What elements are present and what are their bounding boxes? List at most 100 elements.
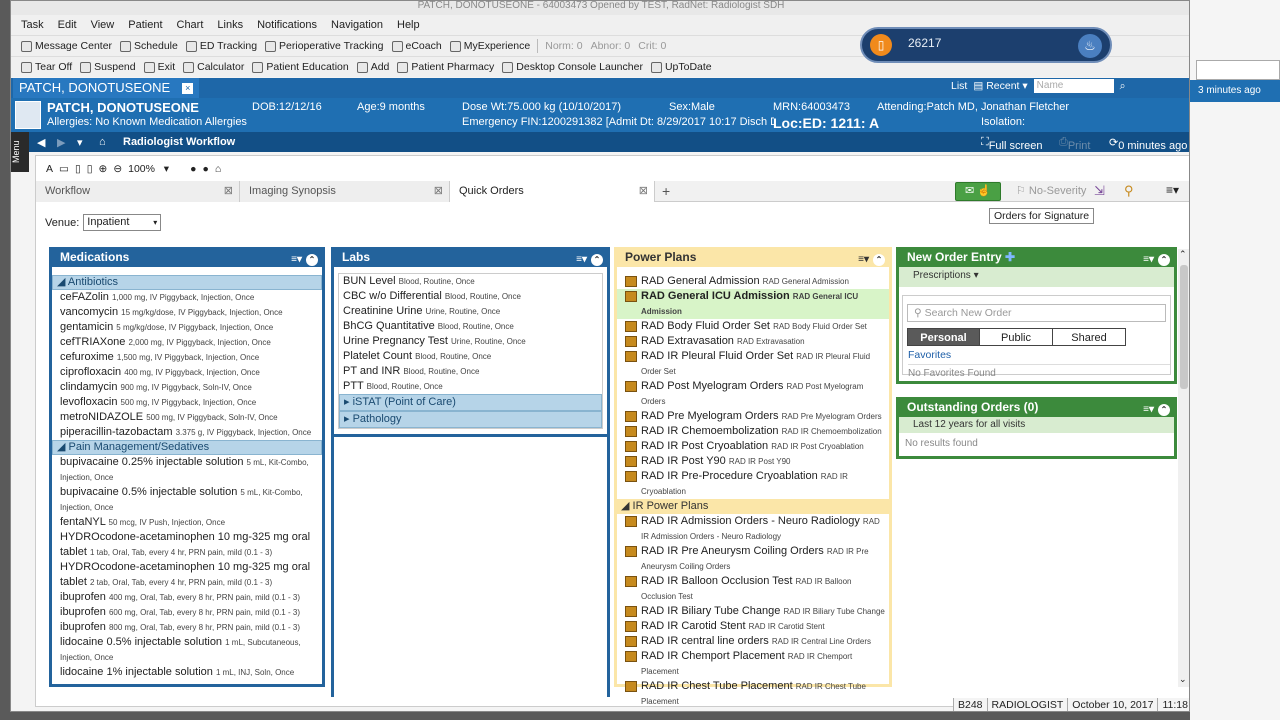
lab-order-item[interactable]: PTT Blood, Routine, Once [339,379,602,394]
print-preview-icon[interactable]: ▯ [87,163,93,175]
power-plan-item[interactable]: RAD Post Myelogram Orders RAD Post Myelo… [617,379,889,409]
menu-item-notifications[interactable]: Notifications [257,19,317,31]
toolbar-item-perioperative-tracking[interactable]: Perioperative Tracking [261,40,387,52]
back-icon[interactable]: ◀ [37,136,45,149]
refresh-icon[interactable]: ● [202,163,208,175]
toolbar-item-schedule[interactable]: Schedule [116,40,182,52]
power-plan-item[interactable]: RAD IR Biliary Tube Change RAD IR Biliar… [617,604,889,619]
power-plan-item[interactable]: RAD IR Balloon Occlusion Test RAD IR Bal… [617,574,889,604]
close-icon[interactable]: ⊠ [434,181,443,202]
zoom-select[interactable]: 100% ▾ [128,163,184,175]
fullscreen-button[interactable]: ⛶ Full screen [981,136,1043,152]
copy-icon[interactable]: ▭ [59,163,69,175]
toolbar-item-patient-education[interactable]: Patient Education [248,61,352,73]
segment-shared[interactable]: Shared [1053,328,1126,346]
font-size-icon[interactable]: A [46,163,53,175]
power-plan-item[interactable]: RAD IR central line orders RAD IR Centra… [617,634,889,649]
favorites-link[interactable]: Favorites [908,349,1170,361]
power-plan-item[interactable]: RAD Body Fluid Order Set RAD Body Fluid … [617,319,889,334]
menu-item-help[interactable]: Help [397,19,420,31]
home-icon[interactable]: ⌂ [215,163,221,175]
menu-item-view[interactable]: View [91,19,115,31]
menu-icon[interactable]: ≡▾ [576,250,587,270]
power-plan-item[interactable]: RAD Extravasation RAD Extravasation [617,334,889,349]
menu-item-task[interactable]: Task [21,19,44,31]
close-icon[interactable]: ⊠ [639,181,648,202]
search-new-order-input[interactable]: ⚲ Search New Order [907,304,1166,322]
lab-order-item[interactable]: CBC w/o Differential Blood, Routine, Onc… [339,289,602,304]
med-group-header[interactable]: ◢ Antibiotics [52,275,322,290]
vertical-scrollbar[interactable]: ⌃ ⌄ [1178,249,1189,687]
med-order-item[interactable]: metroNIDAZOLE 500 mg, IV Piggyback, Soln… [52,410,322,425]
collapse-icon[interactable]: ⌃ [873,254,885,266]
power-plan-item[interactable]: RAD IR Chest Tube Placement RAD IR Chest… [617,679,889,709]
print-icon[interactable]: ▯ [75,163,81,175]
patient-tab[interactable]: PATCH, DONOTUSEONE × [13,78,200,98]
list-button[interactable]: List [951,80,967,92]
med-order-item[interactable]: lidocaine 1% injectable solution 1 mL, I… [52,665,322,680]
power-plan-item[interactable]: RAD General ICU Admission RAD General IC… [617,289,889,319]
menu-toggle[interactable]: Menu [11,132,29,172]
med-order-item[interactable]: bupivacaine 0.25% injectable solution 5 … [52,455,322,485]
collapse-icon[interactable]: ⌃ [1158,254,1170,266]
menu-item-patient[interactable]: Patient [128,19,162,31]
toolbar-item-calculator[interactable]: Calculator [179,61,248,73]
segment-personal[interactable]: Personal [907,328,980,346]
menu-icon[interactable]: ≡▾ [1143,250,1154,270]
med-order-item[interactable]: ibuprofen 800 mg, Oral, Tab, every 8 hr,… [52,620,322,635]
power-plan-item[interactable]: RAD IR Pleural Fluid Order Set RAD IR Pl… [617,349,889,379]
med-order-item[interactable]: levofloxacin 500 mg, IV Piggyback, Injec… [52,395,322,410]
power-plan-item[interactable]: RAD IR Cholecystostomy Tube Placement RA… [617,709,889,711]
power-plan-item[interactable]: RAD IR Pre Aneurysm Coiling Orders RAD I… [617,544,889,574]
med-order-item[interactable]: HYDROcodone-acetaminophen 10 mg-325 mg o… [52,530,322,560]
power-plan-item[interactable]: RAD General Admission RAD General Admiss… [617,274,889,289]
power-plan-item[interactable]: RAD IR Chemport Placement RAD IR Chempor… [617,649,889,679]
notification-widget[interactable]: ▯ 26217 ♨ [860,27,1112,63]
search-icon[interactable]: ⌕ [1120,80,1126,93]
med-order-item[interactable]: piperacillin-tazobactam 3.375 g, IV Pigg… [52,425,322,440]
tab-quick-orders[interactable]: Quick Orders ⊠ [450,181,655,202]
med-order-item[interactable]: ibuprofen 400 mg, Oral, Tab, every 8 hr,… [52,590,322,605]
lab-order-item[interactable]: BhCG Quantitative Blood, Routine, Once [339,319,602,334]
med-order-item[interactable]: ibuprofen 600 mg, Oral, Tab, every 8 hr,… [52,605,322,620]
exit-icon[interactable]: ⇲ [1094,183,1105,199]
power-plan-item[interactable]: RAD IR Post Cryoablation RAD IR Post Cry… [617,439,889,454]
collapse-icon[interactable]: ⌃ [306,254,318,266]
menu-item-links[interactable]: Links [217,19,243,31]
power-plan-item[interactable]: RAD Pre Myelogram Orders RAD Pre Myelogr… [617,409,889,424]
collapse-icon[interactable]: ⌃ [591,254,603,266]
add-icon[interactable]: ✚ [1005,250,1015,264]
toolbar-item-suspend[interactable]: Suspend [76,61,139,73]
med-order-item[interactable]: cefTRIAXone 2,000 mg, IV Piggyback, Inje… [52,335,322,350]
toolbar-item-patient-pharmacy[interactable]: Patient Pharmacy [393,61,498,73]
menu-item-chart[interactable]: Chart [177,19,204,31]
menu-icon[interactable]: ≡▾ [1143,400,1154,420]
toolbar-item-ecoach[interactable]: eCoach [388,40,446,52]
toolbar-item-add[interactable]: Add [353,61,394,73]
med-order-item[interactable]: bupivacaine 0.5% injectable solution 5 m… [52,485,322,515]
lab-order-item[interactable]: Creatinine Urine Urine, Routine, Once [339,304,602,319]
prescriptions-dropdown[interactable]: Prescriptions ▾ [899,267,1174,287]
allergies[interactable]: Allergies: No Known Medication Allergies [47,116,247,128]
toolbar-item-ed-tracking[interactable]: ED Tracking [182,40,261,52]
history-dropdown-icon[interactable]: ▾ [77,136,83,149]
patient-name[interactable]: PATCH, DONOTUSEONE [47,100,199,115]
menu-item-edit[interactable]: Edit [58,19,77,31]
zoom-out-icon[interactable]: ⊖ [113,163,122,175]
lab-order-item[interactable]: PT and INR Blood, Routine, Once [339,364,602,379]
power-plan-item[interactable]: RAD IR Chemoembolization RAD IR Chemoemb… [617,424,889,439]
med-order-item[interactable]: lidocaine 0.5% injectable solution 1 mL,… [52,635,322,665]
toolbar-item-message-center[interactable]: Message Center [17,40,116,52]
segment-public[interactable]: Public [980,328,1053,346]
lab-group-header[interactable]: ▸ iSTAT (Point of Care) [339,394,602,411]
lab-order-item[interactable]: BUN Level Blood, Routine, Once [339,274,602,289]
power-plan-item[interactable]: RAD IR Carotid Stent RAD IR Carotid Sten… [617,619,889,634]
med-order-item[interactable]: gentamicin 5 mg/kg/dose, IV Piggyback, I… [52,320,322,335]
scroll-down-icon[interactable]: ⌄ [1179,674,1187,685]
orders-for-signature-button[interactable]: ✉ ☝ [955,182,1001,201]
lab-order-item[interactable]: Urine Pregnancy Test Urine, Routine, Onc… [339,334,602,349]
lab-order-item[interactable]: Platelet Count Blood, Routine, Once [339,349,602,364]
menu-item-navigation[interactable]: Navigation [331,19,383,31]
venue-select[interactable]: Inpatient ▾ [83,214,162,231]
power-plan-item[interactable]: RAD IR Post Y90 RAD IR Post Y90 [617,454,889,469]
